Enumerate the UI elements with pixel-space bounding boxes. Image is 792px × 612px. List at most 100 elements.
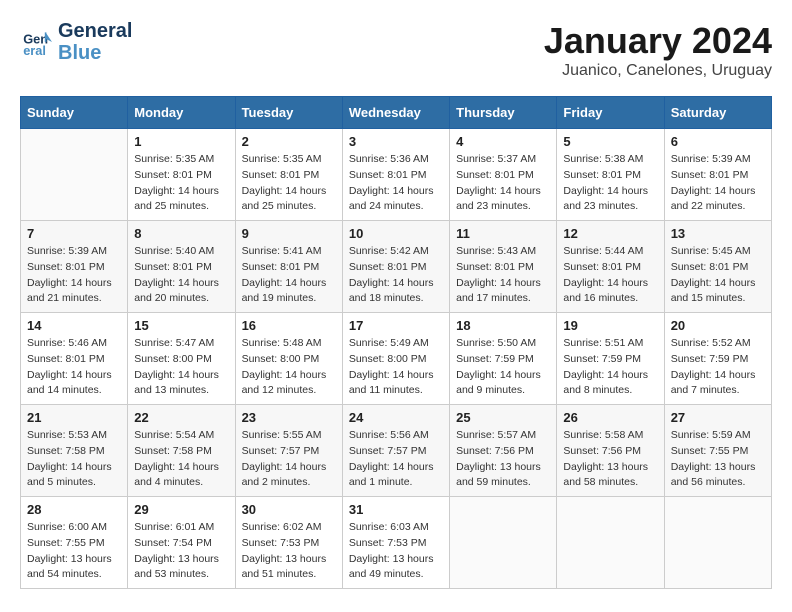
day-info: Sunrise: 5:51 AMSunset: 7:59 PMDaylight:…: [563, 336, 657, 399]
day-info: Sunrise: 5:48 AMSunset: 8:00 PMDaylight:…: [242, 336, 336, 399]
day-cell: 27 Sunrise: 5:59 AMSunset: 7:55 PMDayligh…: [664, 405, 771, 497]
day-number: 10: [349, 226, 443, 241]
col-header-saturday: Saturday: [664, 97, 771, 129]
day-info: Sunrise: 5:40 AMSunset: 8:01 PMDaylight:…: [134, 244, 228, 307]
week-row-2: 7 Sunrise: 5:39 AMSunset: 8:01 PMDaylight…: [21, 221, 772, 313]
day-number: 18: [456, 318, 550, 333]
logo: Gen eral General Blue: [20, 20, 132, 64]
day-number: 12: [563, 226, 657, 241]
day-cell: 9 Sunrise: 5:41 AMSunset: 8:01 PMDaylight…: [235, 221, 342, 313]
day-number: 4: [456, 134, 550, 149]
day-info: Sunrise: 5:49 AMSunset: 8:00 PMDaylight:…: [349, 336, 443, 399]
day-info: Sunrise: 5:36 AMSunset: 8:01 PMDaylight:…: [349, 152, 443, 215]
day-info: Sunrise: 5:59 AMSunset: 7:55 PMDaylight:…: [671, 428, 765, 491]
day-info: Sunrise: 5:43 AMSunset: 8:01 PMDaylight:…: [456, 244, 550, 307]
day-cell: 25Sunrise: 5:57 AMSunset: 7:56 PMDayligh…: [450, 405, 557, 497]
day-number: 23: [242, 410, 336, 425]
calendar-table: SundayMondayTuesdayWednesdayThursdayFrid…: [20, 96, 772, 589]
location-subtitle: Juanico, Canelones, Uruguay: [544, 62, 772, 80]
day-info: Sunrise: 5:41 AMSunset: 8:01 PMDaylight:…: [242, 244, 336, 307]
day-cell: 15 Sunrise: 5:47 AMSunset: 8:00 PMDayligh…: [128, 313, 235, 405]
day-info: Sunrise: 5:55 AMSunset: 7:57 PMDaylight:…: [242, 428, 336, 491]
logo-icon: Gen eral: [20, 26, 52, 58]
day-number: 21: [27, 410, 121, 425]
day-cell: [557, 497, 664, 589]
day-number: 7: [27, 226, 121, 241]
day-info: Sunrise: 5:42 AMSunset: 8:01 PMDaylight:…: [349, 244, 443, 307]
day-info: Sunrise: 5:45 AMSunset: 8:01 PMDaylight:…: [671, 244, 765, 307]
day-cell: 22 Sunrise: 5:54 AMSunset: 7:58 PMDayligh…: [128, 405, 235, 497]
day-info: Sunrise: 5:46 AMSunset: 8:01 PMDaylight:…: [27, 336, 121, 399]
day-cell: 30Sunrise: 6:02 AMSunset: 7:53 PMDayligh…: [235, 497, 342, 589]
col-header-wednesday: Wednesday: [342, 97, 449, 129]
day-cell: 11 Sunrise: 5:43 AMSunset: 8:01 PMDayligh…: [450, 221, 557, 313]
day-info: Sunrise: 5:35 AMSunset: 8:01 PMDaylight:…: [242, 152, 336, 215]
day-info: Sunrise: 5:56 AMSunset: 7:57 PMDaylight:…: [349, 428, 443, 491]
month-title: January 2024: [544, 20, 772, 62]
day-info: Sunrise: 5:44 AMSunset: 8:01 PMDaylight:…: [563, 244, 657, 307]
col-header-thursday: Thursday: [450, 97, 557, 129]
day-cell: 13 Sunrise: 5:45 AMSunset: 8:01 PMDayligh…: [664, 221, 771, 313]
week-row-5: 28 Sunrise: 6:00 AMSunset: 7:55 PMDayligh…: [21, 497, 772, 589]
logo-line2: Blue: [58, 42, 132, 64]
day-number: 20: [671, 318, 765, 333]
day-info: Sunrise: 5:53 AMSunset: 7:58 PMDaylight:…: [27, 428, 121, 491]
header-row: SundayMondayTuesdayWednesdayThursdayFrid…: [21, 97, 772, 129]
day-cell: 29 Sunrise: 6:01 AMSunset: 7:54 PMDayligh…: [128, 497, 235, 589]
day-info: Sunrise: 6:01 AMSunset: 7:54 PMDaylight:…: [134, 520, 228, 583]
day-info: Sunrise: 5:58 AMSunset: 7:56 PMDaylight:…: [563, 428, 657, 491]
day-number: 9: [242, 226, 336, 241]
day-info: Sunrise: 5:38 AMSunset: 8:01 PMDaylight:…: [563, 152, 657, 215]
week-row-1: 1 Sunrise: 5:35 AMSunset: 8:01 PMDaylight…: [21, 129, 772, 221]
day-cell: 31Sunrise: 6:03 AMSunset: 7:53 PMDayligh…: [342, 497, 449, 589]
day-number: 15: [134, 318, 228, 333]
day-cell: 8 Sunrise: 5:40 AMSunset: 8:01 PMDaylight…: [128, 221, 235, 313]
day-number: 13: [671, 226, 765, 241]
day-number: 29: [134, 502, 228, 517]
col-header-sunday: Sunday: [21, 97, 128, 129]
day-info: Sunrise: 5:47 AMSunset: 8:00 PMDaylight:…: [134, 336, 228, 399]
day-number: 24: [349, 410, 443, 425]
day-cell: 12 Sunrise: 5:44 AMSunset: 8:01 PMDayligh…: [557, 221, 664, 313]
day-info: Sunrise: 5:54 AMSunset: 7:58 PMDaylight:…: [134, 428, 228, 491]
day-number: 22: [134, 410, 228, 425]
page-header: Gen eral General Blue January 2024 Juani…: [20, 20, 772, 80]
day-cell: 21 Sunrise: 5:53 AMSunset: 7:58 PMDayligh…: [21, 405, 128, 497]
day-cell: 24 Sunrise: 5:56 AMSunset: 7:57 PMDayligh…: [342, 405, 449, 497]
day-cell: 26Sunrise: 5:58 AMSunset: 7:56 PMDayligh…: [557, 405, 664, 497]
day-cell: 16Sunrise: 5:48 AMSunset: 8:00 PMDayligh…: [235, 313, 342, 405]
day-number: 11: [456, 226, 550, 241]
day-number: 14: [27, 318, 121, 333]
svg-text:eral: eral: [23, 43, 46, 58]
day-info: Sunrise: 6:03 AMSunset: 7:53 PMDaylight:…: [349, 520, 443, 583]
title-block: January 2024 Juanico, Canelones, Uruguay: [544, 20, 772, 80]
day-number: 28: [27, 502, 121, 517]
day-number: 2: [242, 134, 336, 149]
day-number: 17: [349, 318, 443, 333]
day-number: 27: [671, 410, 765, 425]
day-number: 3: [349, 134, 443, 149]
day-cell: 4 Sunrise: 5:37 AMSunset: 8:01 PMDaylight…: [450, 129, 557, 221]
day-info: Sunrise: 5:39 AMSunset: 8:01 PMDaylight:…: [27, 244, 121, 307]
day-number: 1: [134, 134, 228, 149]
day-info: Sunrise: 6:00 AMSunset: 7:55 PMDaylight:…: [27, 520, 121, 583]
day-cell: 2 Sunrise: 5:35 AMSunset: 8:01 PMDaylight…: [235, 129, 342, 221]
day-cell: 1Sunrise: 5:35 AMSunset: 8:01 PMDaylight…: [128, 129, 235, 221]
day-info: Sunrise: 5:52 AMSunset: 7:59 PMDaylight:…: [671, 336, 765, 399]
day-cell: 18Sunrise: 5:50 AMSunset: 7:59 PMDayligh…: [450, 313, 557, 405]
day-number: 8: [134, 226, 228, 241]
day-cell: 23 Sunrise: 5:55 AMSunset: 7:57 PMDayligh…: [235, 405, 342, 497]
day-info: Sunrise: 5:37 AMSunset: 8:01 PMDaylight:…: [456, 152, 550, 215]
day-cell: 3 Sunrise: 5:36 AMSunset: 8:01 PMDaylight…: [342, 129, 449, 221]
day-cell: [21, 129, 128, 221]
col-header-tuesday: Tuesday: [235, 97, 342, 129]
day-cell: 10 Sunrise: 5:42 AMSunset: 8:01 PMDayligh…: [342, 221, 449, 313]
week-row-3: 14 Sunrise: 5:46 AMSunset: 8:01 PMDayligh…: [21, 313, 772, 405]
week-row-4: 21 Sunrise: 5:53 AMSunset: 7:58 PMDayligh…: [21, 405, 772, 497]
day-number: 6: [671, 134, 765, 149]
day-number: 19: [563, 318, 657, 333]
day-number: 25: [456, 410, 550, 425]
day-cell: 28 Sunrise: 6:00 AMSunset: 7:55 PMDayligh…: [21, 497, 128, 589]
day-cell: 20 Sunrise: 5:52 AMSunset: 7:59 PMDayligh…: [664, 313, 771, 405]
day-info: Sunrise: 6:02 AMSunset: 7:53 PMDaylight:…: [242, 520, 336, 583]
